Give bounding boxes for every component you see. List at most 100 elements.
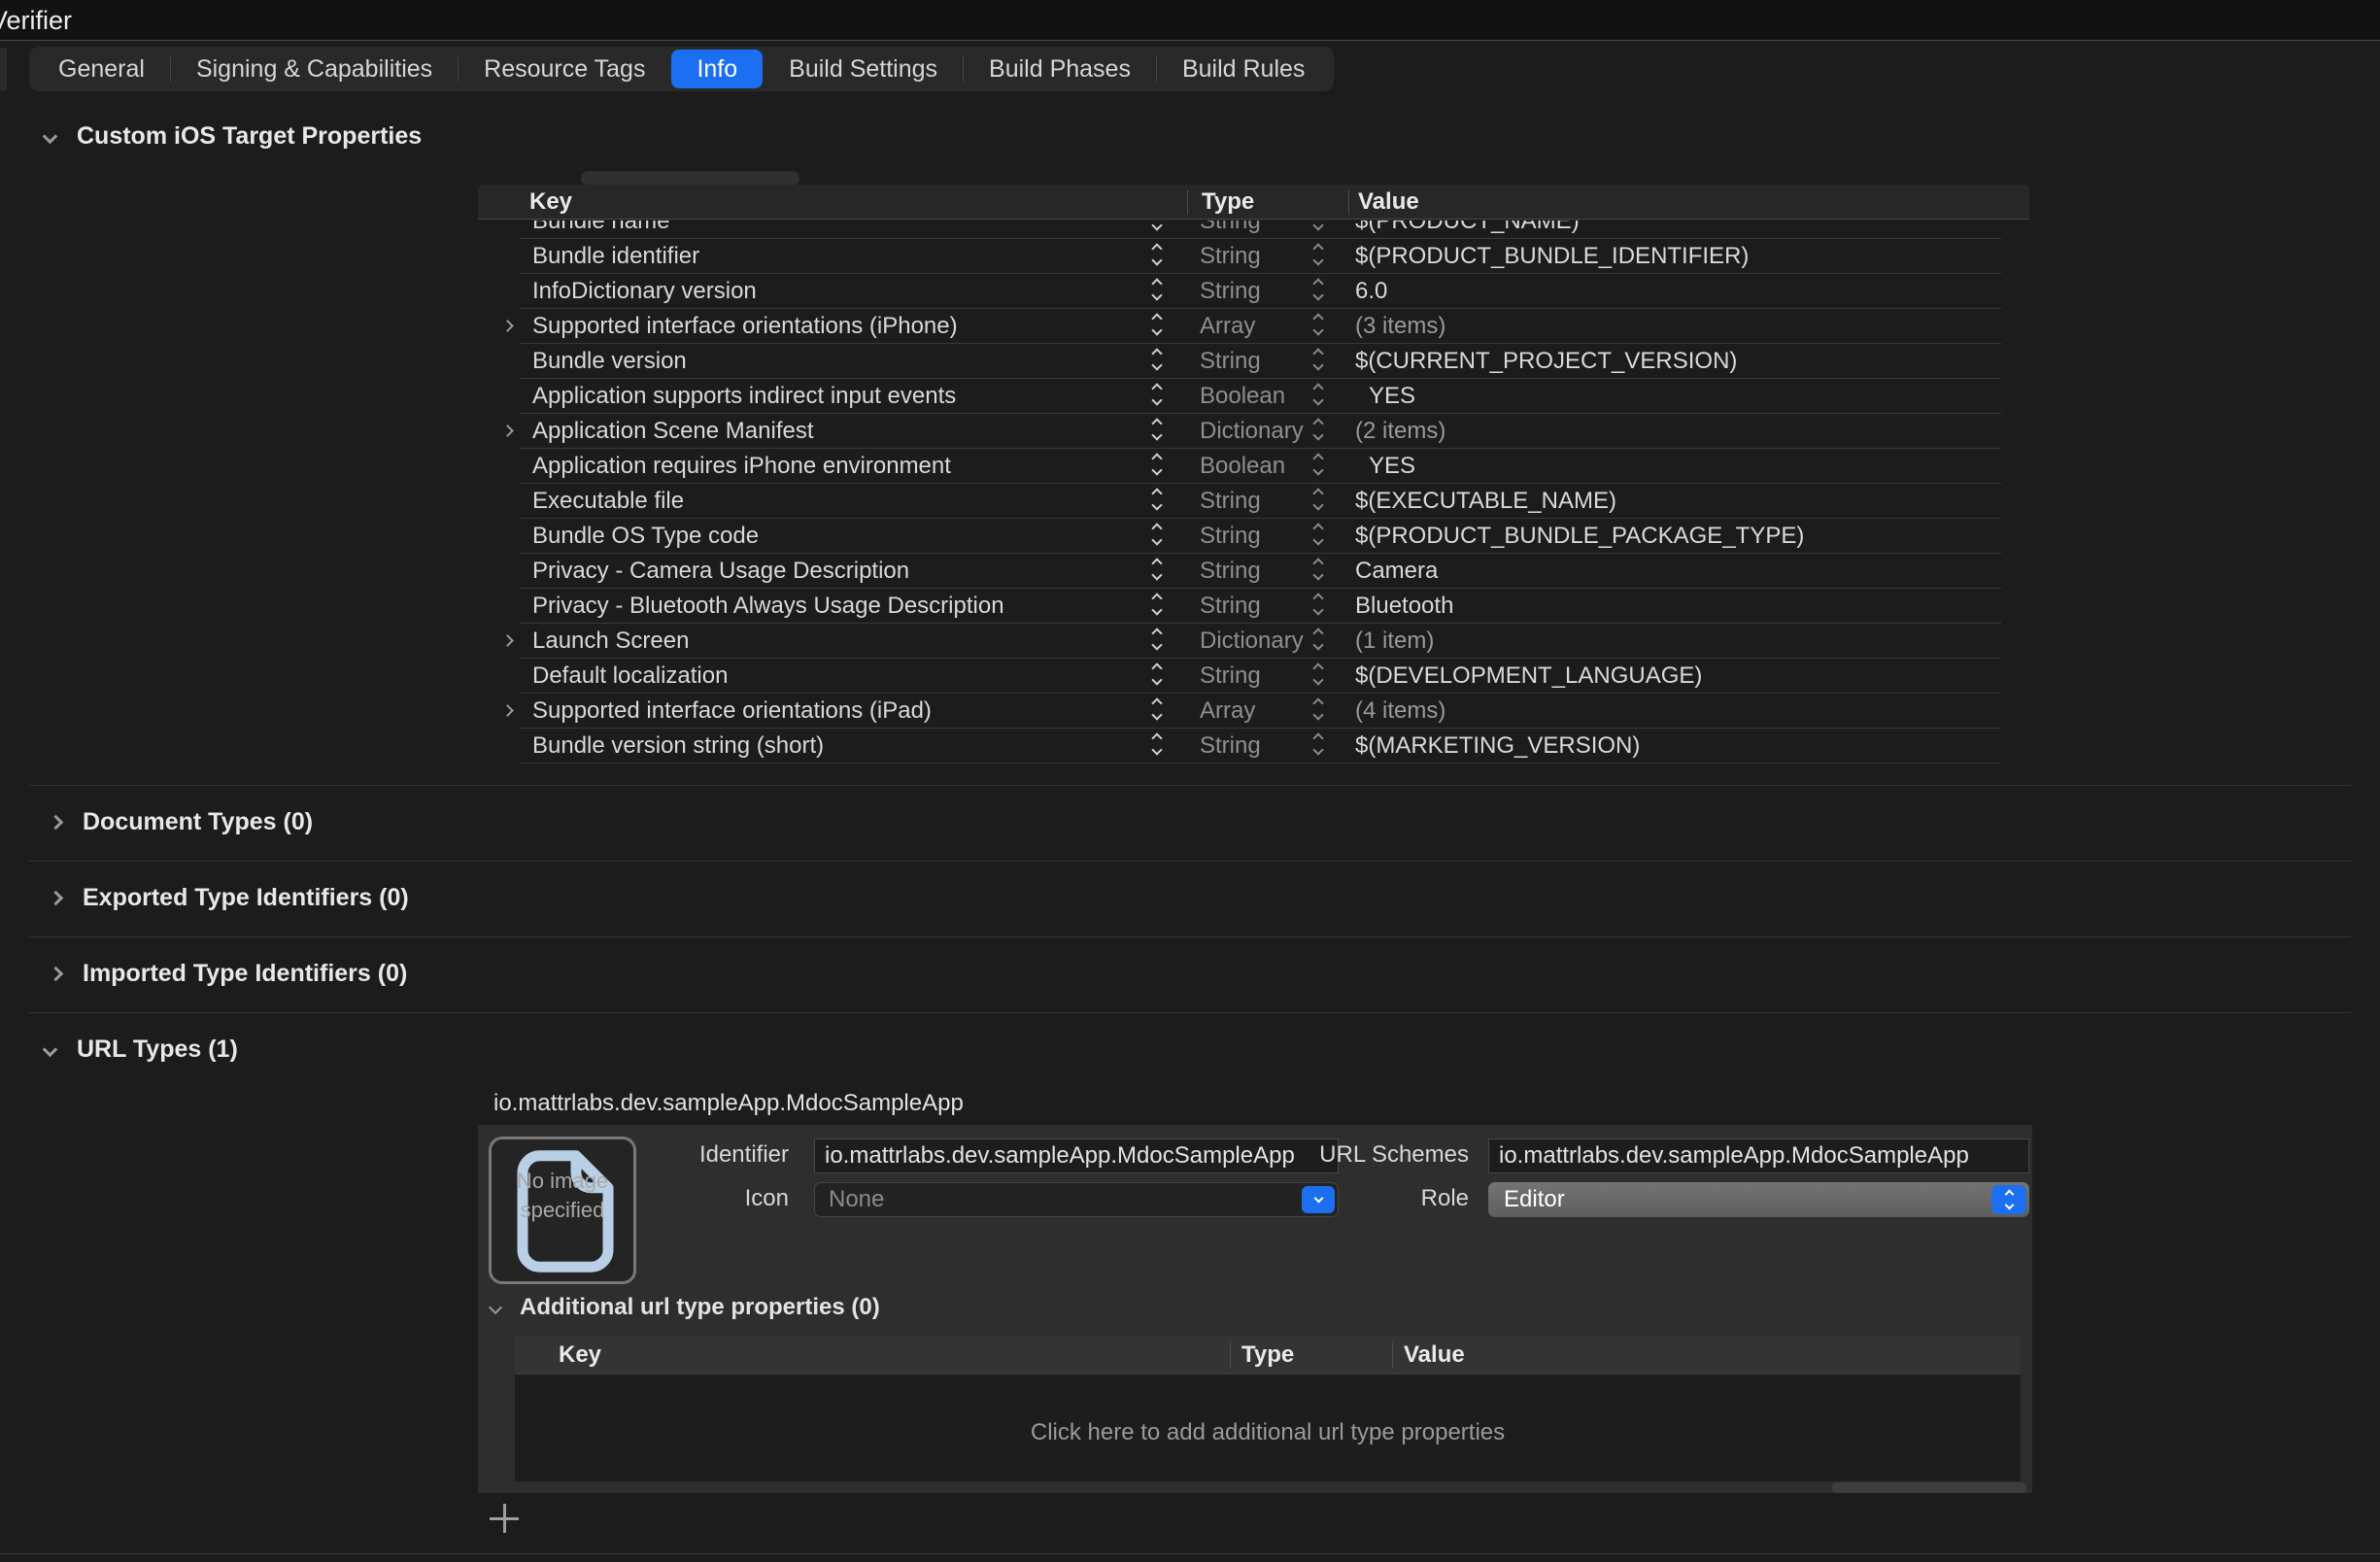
key-stepper[interactable] <box>1153 734 1161 754</box>
key-stepper[interactable] <box>1153 455 1161 474</box>
key-stepper[interactable] <box>1153 560 1161 579</box>
section-document-types[interactable]: Document Types (0) <box>51 808 313 836</box>
type-stepper[interactable] <box>1314 420 1322 439</box>
section-title: Exported Type Identifiers (0) <box>83 884 409 912</box>
tab-build-rules[interactable]: Build Rules <box>1157 50 1330 88</box>
type-stepper[interactable] <box>1314 280 1322 299</box>
type-stepper[interactable] <box>1314 350 1322 369</box>
section-url-types[interactable]: URL Types (1) <box>45 1036 238 1064</box>
tab-info[interactable]: Info <box>671 50 763 88</box>
section-custom-ios-target-properties[interactable]: Custom iOS Target Properties <box>45 122 422 151</box>
tab-general[interactable]: General <box>33 50 170 88</box>
disclosure-chevron-icon[interactable] <box>501 424 514 437</box>
key-stepper[interactable] <box>1153 490 1161 509</box>
add-property-hint[interactable]: Click here to add additional url type pr… <box>515 1419 2021 1446</box>
key-stepper[interactable] <box>1153 664 1161 684</box>
table-row[interactable]: Default localizationString$(DEVELOPMENT_… <box>478 659 2029 694</box>
chevron-down-icon <box>1151 394 1162 405</box>
table-row[interactable]: Privacy - Bluetooth Always Usage Descrip… <box>478 589 2029 624</box>
table-row[interactable]: Supported interface orientations (iPad)A… <box>478 694 2029 729</box>
table-row[interactable]: Executable fileString$(EXECUTABLE_NAME) <box>478 484 2029 519</box>
chevron-down-icon <box>1312 429 1323 440</box>
tab-signing-capabilities[interactable]: Signing & Capabilities <box>171 50 458 88</box>
disclosure-chevron-icon[interactable] <box>501 634 514 647</box>
type-stepper[interactable] <box>1314 315 1322 334</box>
type-stepper[interactable] <box>1314 455 1322 474</box>
identifier-field[interactable]: io.mattrlabs.dev.sampleApp.MdocSampleApp <box>814 1138 1339 1173</box>
horizontal-scrollbar-thumb[interactable] <box>1832 1482 2026 1493</box>
tab-build-settings[interactable]: Build Settings <box>764 50 963 88</box>
disclosure-chevron-icon[interactable] <box>501 320 514 332</box>
key-stepper[interactable] <box>1153 245 1161 264</box>
table-row[interactable]: Bundle nameString$(PRODUCT_NAME) <box>478 221 2029 239</box>
type-stepper[interactable] <box>1314 734 1322 754</box>
role-label: Role <box>1294 1185 1469 1212</box>
popup-stepper-button[interactable] <box>1991 1185 2026 1214</box>
type-stepper[interactable] <box>1314 629 1322 649</box>
key-stepper[interactable] <box>1153 420 1161 439</box>
type-stepper[interactable] <box>1314 664 1322 684</box>
type-stepper[interactable] <box>1314 560 1322 579</box>
chevron-down-icon <box>1312 221 1323 231</box>
key-stepper[interactable] <box>1153 629 1161 649</box>
key-stepper[interactable] <box>1153 594 1161 614</box>
chevron-down-icon <box>1312 569 1323 580</box>
scroll-indicator <box>581 171 799 186</box>
table-row[interactable]: Application Scene ManifestDictionary(2 i… <box>478 414 2029 449</box>
tab-build-phases[interactable]: Build Phases <box>964 50 1156 88</box>
table-row[interactable]: Bundle identifierString$(PRODUCT_BUNDLE_… <box>478 239 2029 274</box>
type-stepper[interactable] <box>1314 245 1322 264</box>
key-stepper[interactable] <box>1153 280 1161 299</box>
key-stepper[interactable] <box>1153 350 1161 369</box>
property-value: (2 items) <box>1355 418 1445 445</box>
icon-label: Icon <box>565 1185 789 1212</box>
key-stepper[interactable] <box>1153 385 1161 404</box>
type-stepper[interactable] <box>1314 699 1322 719</box>
table-row[interactable]: InfoDictionary versionString6.0 <box>478 274 2029 309</box>
chevron-right-icon <box>49 815 64 831</box>
property-key: Privacy - Camera Usage Description <box>532 558 909 585</box>
chevron-up-icon <box>1312 488 1323 498</box>
section-additional-url-type-properties[interactable]: Additional url type properties (0) <box>491 1294 880 1321</box>
additional-table-header: Key Type Value <box>515 1336 2021 1375</box>
type-stepper[interactable] <box>1314 490 1322 509</box>
disclosure-chevron-icon[interactable] <box>501 704 514 717</box>
property-value: YES <box>1369 453 1415 480</box>
chevron-down-icon <box>1151 289 1162 300</box>
type-stepper[interactable] <box>1314 525 1322 544</box>
table-row[interactable]: Supported interface orientations (iPhone… <box>478 309 2029 344</box>
chevron-up-icon <box>1312 313 1323 323</box>
tab-resource-tags[interactable]: Resource Tags <box>459 50 670 88</box>
chevron-down-icon <box>1151 499 1162 510</box>
type-stepper[interactable] <box>1314 385 1322 404</box>
key-stepper[interactable] <box>1153 315 1161 334</box>
chevron-down-icon <box>1312 744 1323 755</box>
role-popup[interactable]: Editor <box>1488 1182 2029 1217</box>
table-row[interactable]: Bundle OS Type codeString$(PRODUCT_BUNDL… <box>478 519 2029 554</box>
table-row[interactable]: Privacy - Camera Usage DescriptionString… <box>478 554 2029 589</box>
table-row[interactable]: Application requires iPhone environmentB… <box>478 449 2029 484</box>
xcode-info-editor: Verifier GeneralSigning & CapabilitiesRe… <box>0 0 2380 1562</box>
table-row[interactable]: Launch ScreenDictionary(1 item) <box>478 624 2029 659</box>
add-url-type-button[interactable] <box>490 1504 519 1533</box>
icon-combo[interactable]: None <box>814 1182 1339 1217</box>
key-stepper[interactable] <box>1153 699 1161 719</box>
chevron-up-icon <box>1151 418 1162 428</box>
key-stepper[interactable] <box>1153 525 1161 544</box>
section-title: Custom iOS Target Properties <box>77 122 422 151</box>
property-value: Camera <box>1355 558 1438 585</box>
key-stepper[interactable] <box>1153 221 1161 229</box>
chevron-down-icon <box>1312 359 1323 370</box>
column-header-key: Key <box>529 188 572 216</box>
property-value: $(PRODUCT_BUNDLE_IDENTIFIER) <box>1355 243 1749 270</box>
property-value: $(DEVELOPMENT_LANGUAGE) <box>1355 662 1702 690</box>
table-row[interactable]: Application supports indirect input even… <box>478 379 2029 414</box>
section-imported-type-identifiers[interactable]: Imported Type Identifiers (0) <box>51 960 407 988</box>
section-exported-type-identifiers[interactable]: Exported Type Identifiers (0) <box>51 884 409 912</box>
table-row[interactable]: Bundle versionString$(CURRENT_PROJECT_VE… <box>478 344 2029 379</box>
type-stepper[interactable] <box>1314 221 1322 229</box>
properties-table: Bundle nameString$(PRODUCT_NAME)Bundle i… <box>478 221 2029 764</box>
table-row[interactable]: Bundle version string (short)String$(MAR… <box>478 729 2029 764</box>
url-schemes-field[interactable]: io.mattrlabs.dev.sampleApp.MdocSampleApp <box>1488 1138 2029 1173</box>
type-stepper[interactable] <box>1314 594 1322 614</box>
